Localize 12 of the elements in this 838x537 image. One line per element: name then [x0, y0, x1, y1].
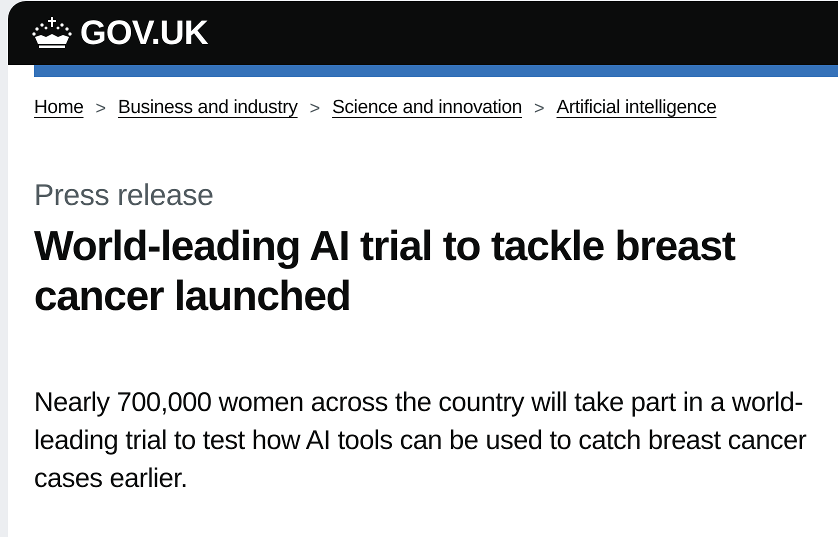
breadcrumb-link[interactable]: Business and industry: [118, 97, 298, 119]
breadcrumb-separator: >: [534, 98, 545, 118]
crown-icon: [32, 16, 72, 50]
lead-paragraph: Nearly 700,000 women across the country will take part in a world-leading trial to test how AI tools can be used to catch breast cancer cases earlier.: [34, 386, 808, 495]
home-logo-link[interactable]: GOV.UK: [32, 14, 208, 52]
breadcrumb-link[interactable]: Artificial intelligence: [556, 97, 716, 119]
breadcrumb-link[interactable]: Science and innovation: [332, 97, 522, 119]
page-title: World-leading AI trial to tackle breast cancer launched: [34, 221, 736, 321]
page-caption: Press release: [34, 179, 214, 213]
breadcrumb-separator: >: [95, 98, 106, 118]
breadcrumb-link[interactable]: Home: [34, 97, 84, 119]
breadcrumb-separator: >: [310, 98, 320, 118]
